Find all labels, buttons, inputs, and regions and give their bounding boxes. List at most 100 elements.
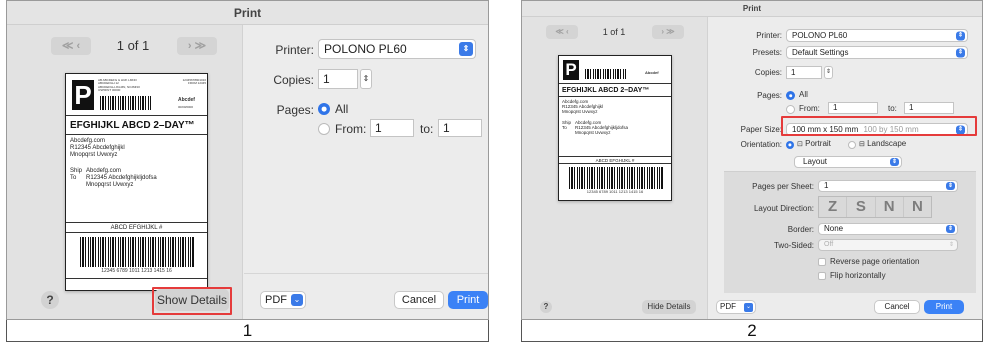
pdf-label: PDF <box>265 294 287 306</box>
settings-section-select[interactable]: Layout ⇕ <box>794 156 902 168</box>
portrait-text: Portrait <box>805 139 831 148</box>
next-page-button[interactable]: › ≫ <box>652 25 684 39</box>
ship-to-address: Abcdefg.com R12345 Abcdefghijkljdofsa Mn… <box>86 168 157 189</box>
from-line: R12345 Abcdefghijkl <box>70 144 125 151</box>
previous-page-button[interactable]: ≪ ‹ <box>51 37 91 55</box>
from-line: Mnopqrst Uvwxyz <box>562 109 598 115</box>
label-header: P Abcdef <box>559 56 671 84</box>
layout-n-reverse-icon[interactable]: N <box>904 197 931 217</box>
layout-z-icon[interactable]: Z <box>819 197 848 217</box>
tracking-barcode <box>80 237 194 267</box>
pages-per-sheet-label: Pages per Sheet: <box>752 182 814 191</box>
show-details-highlight <box>152 287 232 315</box>
chevron-updown-icon: ⇕ <box>956 31 965 40</box>
settings-pane: Printer: POLONO PL60 ⇕ Copies: 1 ⇕ Pages… <box>244 25 488 319</box>
print-button[interactable]: Print <box>924 300 964 314</box>
help-button[interactable]: ? <box>41 291 59 309</box>
print-dialog-details: Print ≪ ‹ 1 of 1 › ≫ P Abcdef EFGHIJKL A… <box>521 0 983 320</box>
presets-select[interactable]: Default Settings ⇕ <box>786 46 968 59</box>
label-header: P AB ABCDEFG & HIJK LMNO ABCDEFGH 12 ABC… <box>66 74 207 116</box>
two-sided-select[interactable]: Off ⇕ <box>818 239 958 251</box>
copies-label: Copies: <box>754 68 782 77</box>
help-button[interactable]: ? <box>540 301 552 313</box>
copies-input[interactable]: 1 <box>318 69 358 89</box>
ship-to-label: Ship To <box>562 120 572 131</box>
label-badge: Abcdef <box>645 70 659 75</box>
preview-pane: ≪ ‹ 1 of 1 › ≫ P AB ABCDEFG & HIJK LMNO … <box>7 25 243 319</box>
printer-select-value: POLONO PL60 <box>792 31 848 40</box>
copies-stepper[interactable]: ⇕ <box>824 66 833 79</box>
section-select-value: Layout <box>803 157 828 166</box>
print-button[interactable]: Print <box>448 291 488 309</box>
pdf-menu-button[interactable]: PDF ⌄ <box>260 291 306 309</box>
pages-from-radio[interactable] <box>318 123 330 135</box>
ship-to-line: Mnopqrst Uvwxyz <box>575 130 611 136</box>
printer-select[interactable]: POLONO PL60 ⇕ <box>318 39 476 59</box>
chevron-updown-icon: ⇕ <box>890 158 899 166</box>
copies-input[interactable]: 1 <box>786 66 822 79</box>
landscape-label: ⊟ Landscape <box>859 139 906 148</box>
page-count: 1 of 1 <box>116 38 150 53</box>
next-page-button[interactable]: › ≫ <box>177 37 217 55</box>
pages-per-sheet-select[interactable]: 1 ⇕ <box>818 180 958 192</box>
ship-to-line: Abcdefg.com <box>86 168 122 174</box>
chevron-down-icon: ⌄ <box>744 303 753 312</box>
pages-from-radio[interactable] <box>786 105 795 114</box>
flip-horizontally-label: Flip horizontally <box>830 271 886 280</box>
pages-all-radio[interactable] <box>786 91 795 100</box>
pages-to-label: to: <box>420 122 434 136</box>
tracking-title: ABCD EFGHIJKL # <box>559 156 671 164</box>
dialog-title: Print <box>7 1 488 25</box>
pages-label: Pages: <box>757 91 782 100</box>
pdf-menu-button[interactable]: PDF ⌄ <box>716 300 756 314</box>
label-preview: P AB ABCDEFG & HIJK LMNO ABCDEFGH 12 ABC… <box>65 73 208 291</box>
from-address: Abcdefg.com R12345 Abcdefghijkl Mnopqrst… <box>70 138 125 159</box>
copies-stepper[interactable]: ⇕ <box>360 69 372 89</box>
chevron-updown-icon: ⇕ <box>946 225 955 233</box>
ship-to-line: R12345 Abcdefghijkljdofsa <box>86 174 157 181</box>
paper-size-label: Paper Size: <box>740 125 782 134</box>
chevron-updown-icon: ⇕ <box>946 182 955 190</box>
flip-horizontally-checkbox[interactable] <box>818 272 826 280</box>
pages-to-input[interactable]: 1 <box>438 119 482 137</box>
printer-select[interactable]: POLONO PL60 ⇕ <box>786 29 968 42</box>
service-title: EFGHIJKL ABCD 2–DAY™ <box>559 85 671 97</box>
portrait-label: ⊡ Portrait <box>797 139 831 148</box>
pages-from-label: From: <box>335 122 367 136</box>
preview-pane: ≪ ‹ 1 of 1 › ≫ P Abcdef EFGHIJKL ABCD 2–… <box>522 17 708 319</box>
pages-to-label: to: <box>888 104 897 113</box>
caption-1: 1 <box>6 320 489 342</box>
service-title: EFGHIJKL ABCD 2–DAY™ <box>66 117 207 135</box>
cancel-button[interactable]: Cancel <box>394 291 444 309</box>
tracking-barcode <box>569 167 663 189</box>
label-postage-info: 12345678901010 FROM 12345 <box>182 78 206 86</box>
border-select[interactable]: None ⇕ <box>818 223 958 235</box>
label-date: 00/00/0000 <box>178 105 194 109</box>
page-count: 1 of 1 <box>602 27 626 37</box>
border-label: Border: <box>787 225 814 234</box>
tracking-number: 12345 6789 1011 1213 1415 16 <box>586 189 644 194</box>
chevron-updown-icon: ⇕ <box>956 48 965 57</box>
hide-details-button[interactable]: Hide Details <box>642 300 696 314</box>
reverse-orientation-checkbox[interactable] <box>818 258 826 266</box>
portrait-radio[interactable] <box>786 141 794 149</box>
reverse-orientation-label: Reverse page orientation <box>830 257 920 266</box>
carrier-logo: P <box>72 80 94 110</box>
landscape-icon: ⊟ <box>859 141 865 148</box>
portrait-icon: ⊡ <box>797 141 803 148</box>
presets-select-value: Default Settings <box>792 48 849 57</box>
layout-n-icon[interactable]: N <box>876 197 904 217</box>
pages-from-input[interactable]: 1 <box>370 119 414 137</box>
landscape-radio[interactable] <box>848 141 856 149</box>
border-value: None <box>824 224 844 233</box>
pages-all-label: All <box>799 90 808 99</box>
layout-s-icon[interactable]: S <box>847 197 876 217</box>
from-line: Mnopqrst Uvwxyz <box>70 151 118 158</box>
pages-all-radio[interactable] <box>318 103 330 115</box>
pages-to-input[interactable]: 1 <box>904 102 954 114</box>
cancel-button[interactable]: Cancel <box>874 300 920 314</box>
pages-from-input[interactable]: 1 <box>828 102 878 114</box>
printer-select-value: POLONO PL60 <box>324 42 407 56</box>
previous-page-button[interactable]: ≪ ‹ <box>546 25 578 39</box>
label-footer-divider <box>66 278 207 279</box>
